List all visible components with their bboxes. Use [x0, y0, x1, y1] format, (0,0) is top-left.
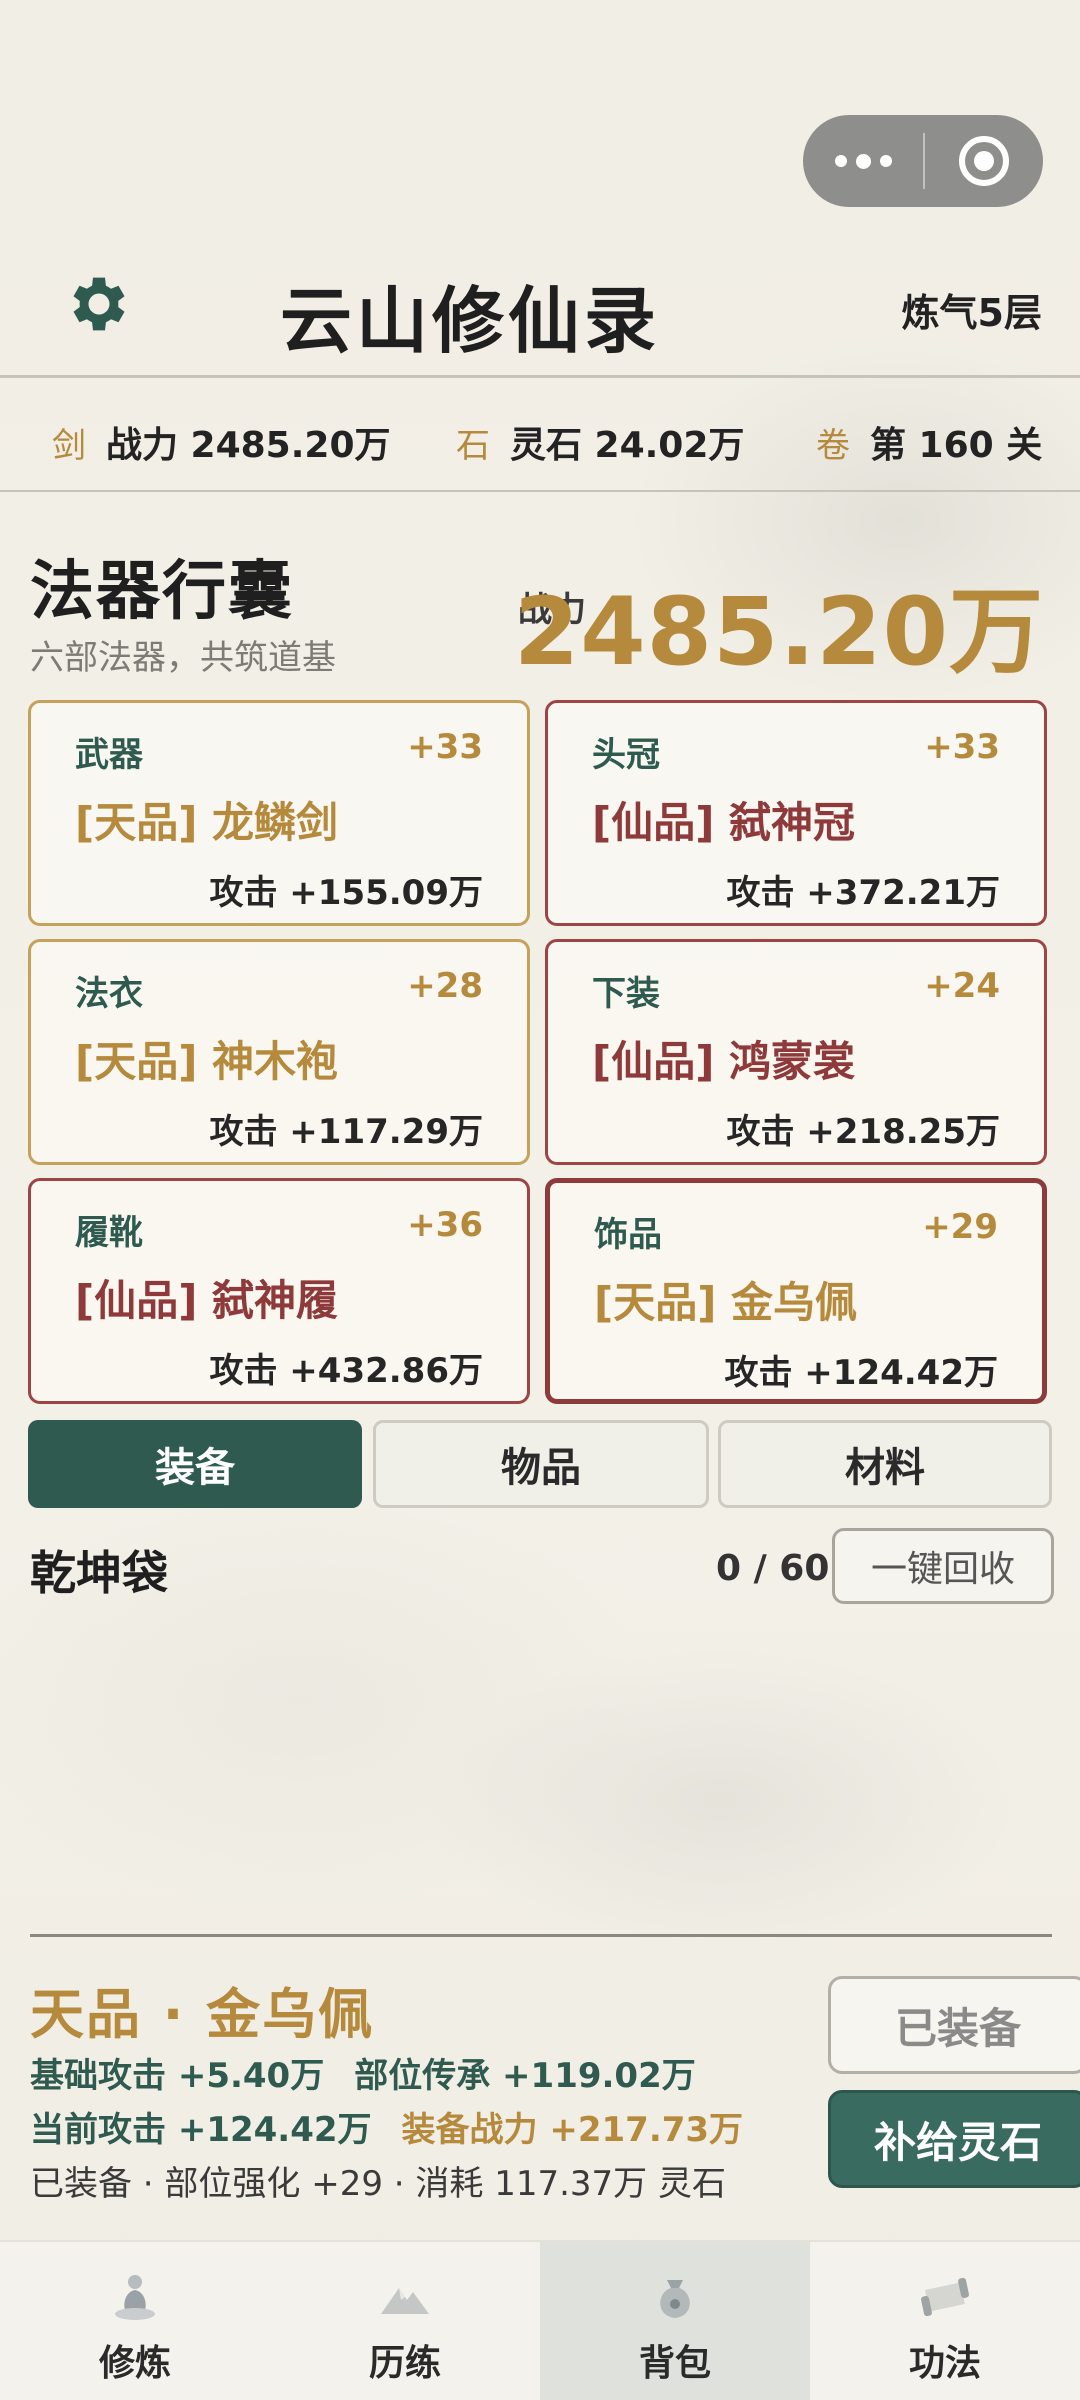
item-name: [仙品] 鸿蒙裳 — [592, 1037, 856, 1086]
stat-power: 剑 战力 2485.20万 — [52, 416, 391, 468]
equip-slot-accessory[interactable]: 饰品 +29 [天品] 金乌佩 攻击 +124.42万 — [545, 1178, 1047, 1404]
sword-tag: 剑 — [52, 426, 86, 466]
item-attack: 攻击 +372.21万 — [726, 873, 1000, 913]
tab-materials[interactable]: 材料 — [718, 1420, 1052, 1508]
enhance-level: +24 — [924, 966, 1000, 1006]
equip-slot-robe[interactable]: 法衣 +28 [天品] 神木袍 攻击 +117.29万 — [28, 939, 530, 1165]
slot-label: 下装 — [592, 974, 660, 1014]
slot-label: 履靴 — [75, 1213, 143, 1253]
equip-slot-crown[interactable]: 头冠 +33 [仙品] 弑神冠 攻击 +372.21万 — [545, 700, 1047, 926]
meditating-figure-icon — [115, 2275, 155, 2320]
slot-label: 饰品 — [594, 1215, 662, 1255]
nav-backpack[interactable]: 背包 — [540, 2242, 810, 2400]
close-miniprogram-button[interactable] — [925, 115, 1043, 207]
detail-row-base: 基础攻击 +5.40万 部位传承 +119.02万 — [30, 2048, 696, 2097]
item-attack: 攻击 +218.25万 — [726, 1112, 1000, 1152]
equip-slot-boots[interactable]: 履靴 +36 [仙品] 弑神履 攻击 +432.86万 — [28, 1178, 530, 1404]
realm-level: 炼气5层 — [901, 291, 1042, 335]
mountain-icon — [381, 2288, 429, 2314]
enhance-level: +36 — [407, 1205, 483, 1245]
enhance-level: +29 — [922, 1207, 998, 1247]
item-attack: 攻击 +432.86万 — [209, 1351, 483, 1391]
dot-icon — [834, 155, 847, 167]
dot-icon — [855, 153, 871, 169]
supply-stones-button[interactable]: 补给灵石 — [828, 2090, 1080, 2188]
section-title: 法器行囊 — [30, 555, 294, 629]
target-icon — [959, 136, 1009, 186]
detail-divider — [30, 1934, 1052, 1937]
item-attack: 攻击 +124.42万 — [724, 1353, 998, 1393]
item-name: [天品] 龙鳞剑 — [75, 798, 339, 847]
enhance-level: +28 — [407, 966, 483, 1006]
stat-spirit-stones: 石 灵石 24.02万 — [456, 416, 744, 468]
stat-stage: 卷 第 160 关 — [816, 416, 1042, 468]
stat-value: 灵石 24.02万 — [510, 425, 745, 466]
item-name: [仙品] 弑神冠 — [592, 798, 856, 847]
miniprogram-capsule — [803, 115, 1043, 207]
nav-cultivate[interactable]: 修炼 — [0, 2242, 270, 2400]
stat-divider — [0, 490, 1080, 492]
item-name: [天品] 金乌佩 — [594, 1278, 858, 1327]
stone-tag: 石 — [456, 426, 490, 466]
tab-equipment[interactable]: 装备 — [28, 1420, 362, 1508]
bag-title: 乾坤袋 — [30, 1546, 168, 1600]
equipped-button[interactable]: 已装备 — [828, 1976, 1080, 2074]
section-subtitle: 六部法器，共筑道基 — [30, 638, 336, 678]
enhance-level: +33 — [407, 727, 483, 767]
equip-slot-weapon[interactable]: 武器 +33 [天品] 龙鳞剑 攻击 +155.09万 — [28, 700, 530, 926]
item-attack: 攻击 +155.09万 — [209, 873, 483, 913]
header-divider — [0, 375, 1080, 378]
slot-label: 武器 — [75, 735, 143, 775]
nav-label: 功法 — [908, 2343, 981, 2384]
item-name: [仙品] 弑神履 — [75, 1276, 339, 1325]
item-name: [天品] 神木袍 — [75, 1037, 339, 1086]
more-menu-button[interactable] — [803, 115, 923, 207]
stat-value: 战力 2485.20万 — [106, 425, 391, 466]
dot-icon — [879, 155, 892, 167]
base-attack: 基础攻击 +5.40万 — [30, 2056, 325, 2096]
nav-label: 历练 — [368, 2343, 441, 2384]
power-value: 2485.20万 — [513, 578, 1044, 687]
detail-row-current: 当前攻击 +124.42万 装备战力 +217.73万 — [30, 2102, 743, 2151]
stat-value: 第 160 关 — [870, 425, 1043, 466]
app-title: 云山修仙录 — [279, 279, 660, 363]
scroll-icon — [921, 2277, 969, 2317]
equip-power: 装备战力 +217.73万 — [401, 2110, 744, 2150]
detail-status: 已装备 · 部位强化 +29 · 消耗 117.37万 灵石 — [30, 2164, 726, 2204]
slot-inherit: 部位传承 +119.02万 — [354, 2056, 696, 2096]
stat-bar: 剑 战力 2485.20万 石 灵石 24.02万 卷 第 160 关 — [0, 380, 1080, 490]
bag-capacity: 0 / 60 — [716, 1548, 830, 1589]
current-attack: 当前攻击 +124.42万 — [30, 2110, 372, 2150]
scroll-tag: 卷 — [816, 426, 850, 466]
nav-techniques[interactable]: 功法 — [810, 2242, 1080, 2400]
detail-title: 天品 · 金乌佩 — [30, 1983, 375, 2046]
item-attack: 攻击 +117.29万 — [209, 1112, 483, 1152]
enhance-level: +33 — [924, 727, 1000, 767]
nav-label: 背包 — [638, 2343, 711, 2384]
nav-label: 修炼 — [98, 2343, 171, 2384]
pouch-icon — [660, 2280, 690, 2318]
app-header: 云山修仙录 炼气5层 — [0, 232, 1080, 377]
bottom-nav: 修炼 历练 背包 功法 — [0, 2240, 1080, 2400]
slot-label: 法衣 — [75, 974, 143, 1014]
equip-slot-pants[interactable]: 下装 +24 [仙品] 鸿蒙裳 攻击 +218.25万 — [545, 939, 1047, 1165]
recycle-all-button[interactable]: 一键回收 — [832, 1528, 1054, 1604]
nav-training[interactable]: 历练 — [270, 2242, 540, 2400]
slot-label: 头冠 — [592, 735, 660, 775]
tab-items[interactable]: 物品 — [373, 1420, 709, 1508]
